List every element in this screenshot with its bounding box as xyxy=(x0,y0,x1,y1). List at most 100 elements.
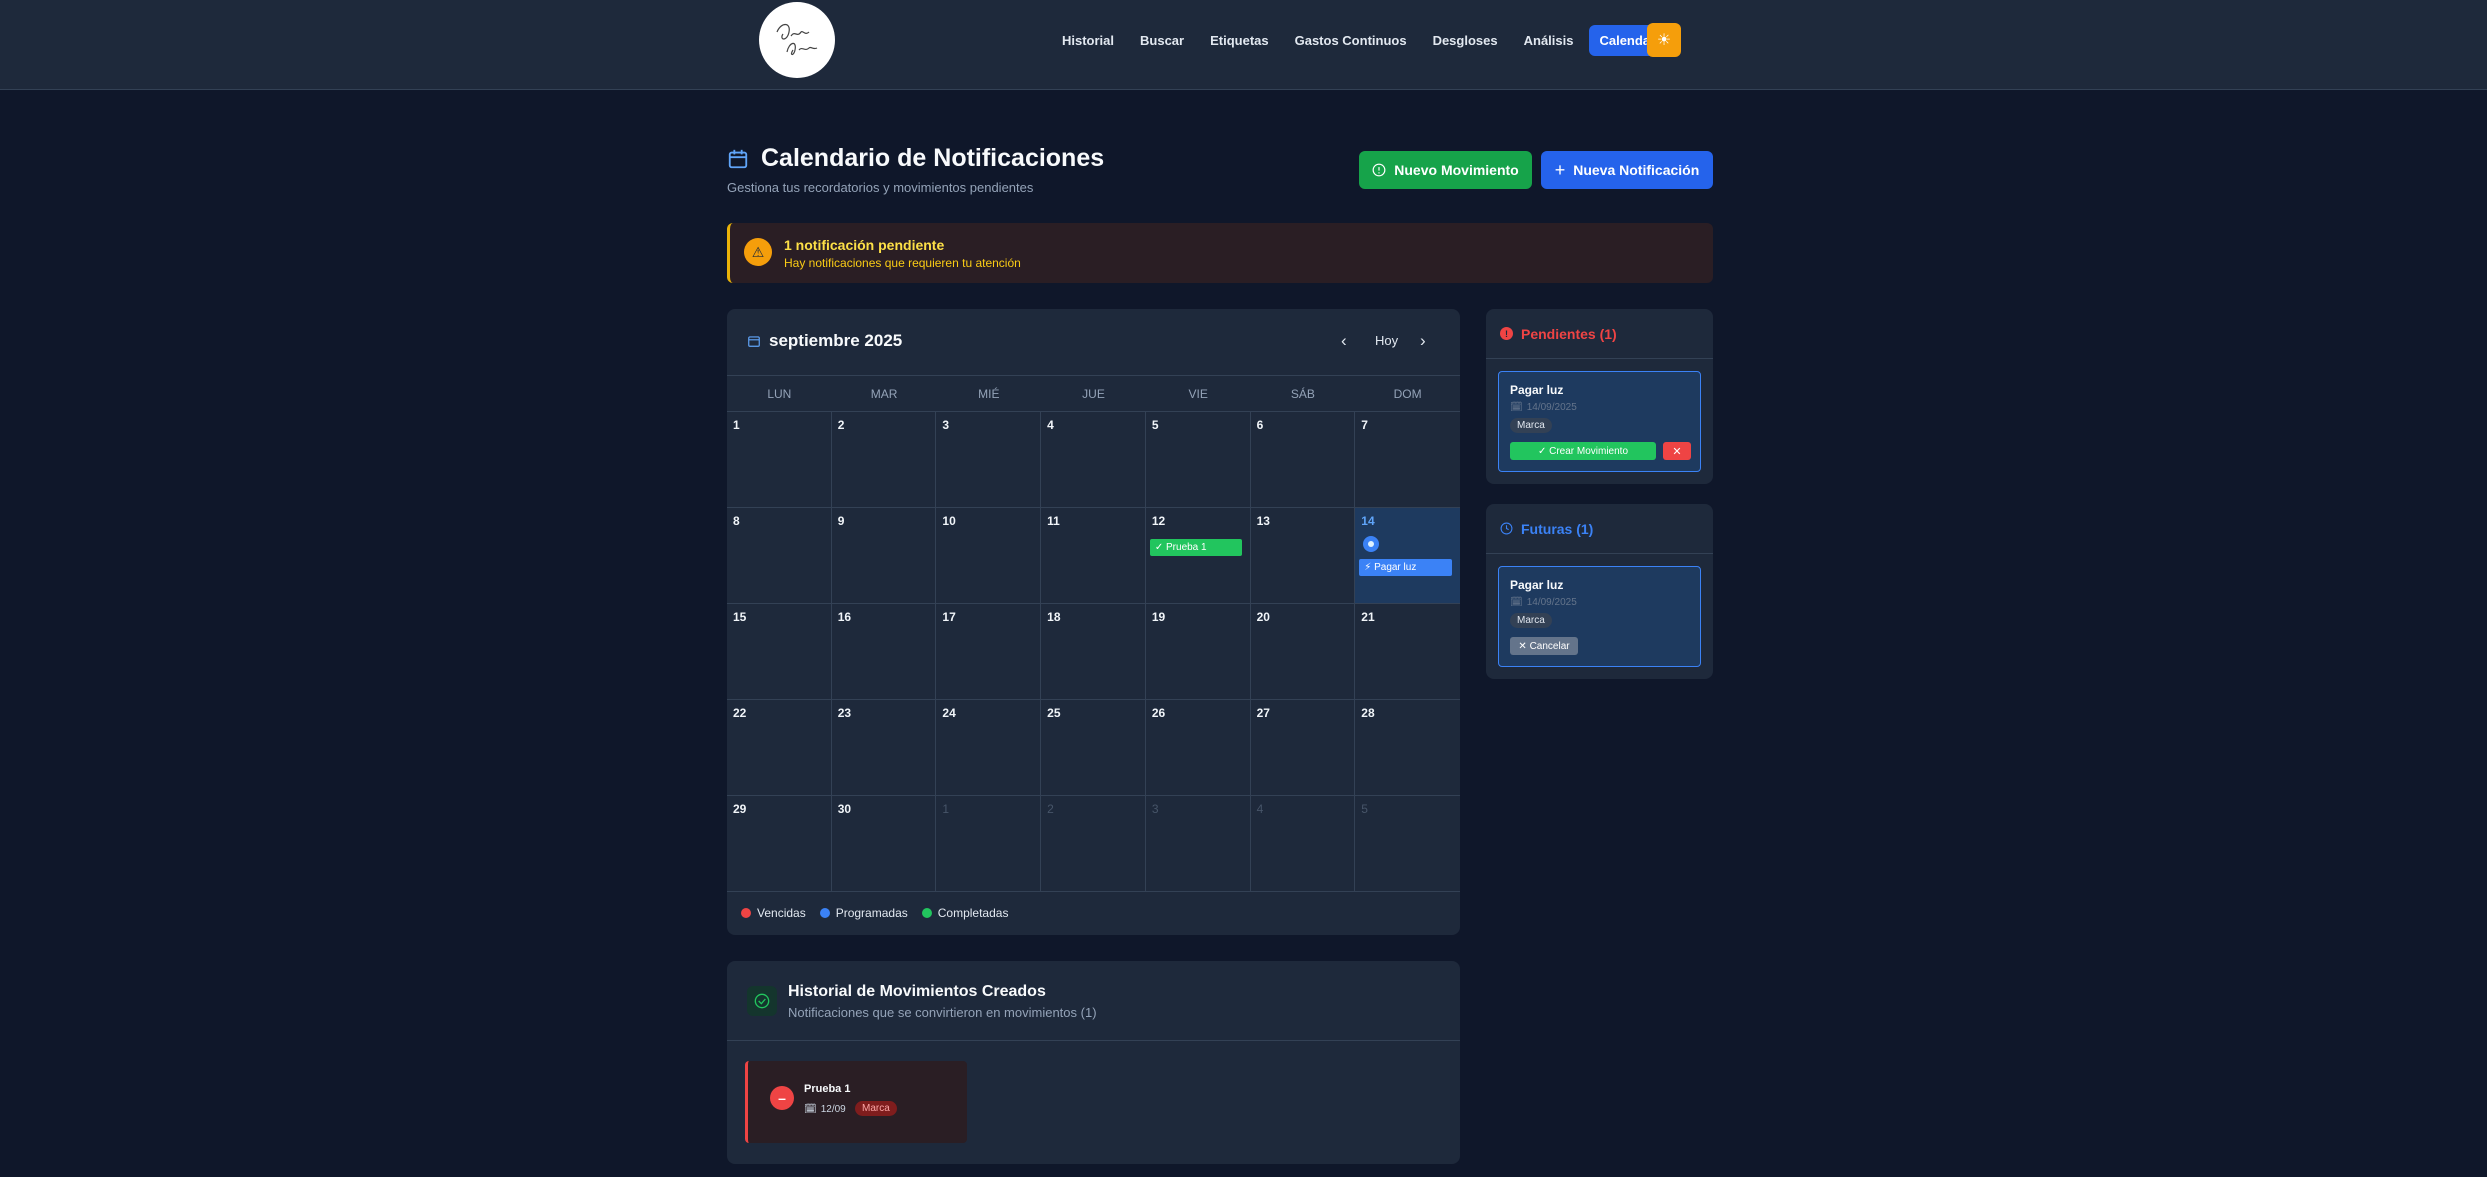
weekday-label: MIÉ xyxy=(978,387,1000,401)
day-number: 11 xyxy=(1047,514,1060,528)
day-number: 6 xyxy=(1256,418,1264,432)
calendar-day[interactable]: 3 xyxy=(1145,796,1251,892)
history-header: Historial de Movimientos Creados Notific… xyxy=(727,961,1460,1041)
calendar-event[interactable]: ⚡ Pagar luz xyxy=(1359,559,1452,576)
calendar-day[interactable]: 16 xyxy=(831,604,937,700)
today-button[interactable]: Hoy xyxy=(1375,333,1398,348)
calendar-day[interactable]: 20 xyxy=(1250,604,1356,700)
calendar-day[interactable]: 17 xyxy=(936,604,1042,700)
signature-logo-icon xyxy=(776,23,818,56)
legend-label: Completadas xyxy=(937,906,1009,920)
alert-circle-icon: ! xyxy=(1500,327,1513,340)
weekday-label: VIE xyxy=(1188,387,1208,401)
calendar-day[interactable]: 4 xyxy=(1250,796,1356,892)
calendar-grid: 1 2 3 4 5 6 7 8 9 10 11 12 ✓ Prueba 1 13 14 ⚡ Pagar luz… xyxy=(727,412,1460,892)
calendar-day[interactable]: 10 xyxy=(936,508,1042,604)
legend-label: Vencidas xyxy=(757,906,806,920)
calendar-day[interactable]: 11 xyxy=(1041,508,1146,604)
cancel-button[interactable]: ✕ Cancelar xyxy=(1510,637,1578,655)
notification-date-value: 14/09/2025 xyxy=(1526,402,1577,413)
nav-item-desgloses[interactable]: Desgloses xyxy=(1423,25,1508,56)
calendar-day[interactable]: 6 xyxy=(1250,412,1356,508)
calendar-day[interactable]: 2 xyxy=(831,412,937,508)
history-card[interactable]: – Prueba 1 🗓 12/09 Marca xyxy=(745,1061,967,1143)
new-notification-label: Nueva Notificación xyxy=(1573,162,1700,178)
day-number: 16 xyxy=(837,610,852,624)
calendar-day[interactable]: 4 xyxy=(1041,412,1146,508)
calendar-day[interactable]: 24 xyxy=(936,700,1042,796)
day-number: 4 xyxy=(1256,802,1264,816)
nav-item-análisis[interactable]: Análisis xyxy=(1514,25,1584,56)
month-label: septiembre 2025 xyxy=(769,331,903,350)
calendar-day[interactable]: 3 xyxy=(936,412,1042,508)
calendar-day[interactable]: 22 xyxy=(727,700,832,796)
future-panel: Futuras (1) Pagar luz 🗓 14/09/2025 Marca… xyxy=(1486,504,1713,679)
history-subtitle: Notificaciones que se convirtieron en mo… xyxy=(788,1005,1097,1020)
weekday-label: LUN xyxy=(767,387,792,401)
calendar-day[interactable]: 18 xyxy=(1041,604,1146,700)
legend-item: Programadas xyxy=(819,906,908,920)
day-number: 23 xyxy=(837,706,852,720)
day-number: 1 xyxy=(942,802,950,816)
calendar-day[interactable]: 13 xyxy=(1250,508,1356,604)
legend-item: Completadas xyxy=(921,906,1009,920)
legend-dot-icon xyxy=(741,908,751,918)
history-card-date-value: 12/09 xyxy=(820,1104,846,1115)
day-number: 20 xyxy=(1256,610,1270,624)
nav-item-historial[interactable]: Historial xyxy=(1052,25,1124,56)
future-notification-card[interactable]: Pagar luz 🗓 14/09/2025 Marca ✕ Cancelar xyxy=(1498,566,1701,667)
calendar-day[interactable]: 26 xyxy=(1145,700,1251,796)
day-number: 15 xyxy=(733,610,747,624)
create-movement-button[interactable]: ✓ Crear Movimiento xyxy=(1510,442,1656,460)
calendar-day[interactable]: 28 xyxy=(1355,700,1460,796)
calendar-event[interactable]: ✓ Prueba 1 xyxy=(1149,539,1242,556)
calendar-day[interactable]: 9 xyxy=(831,508,937,604)
notification-title: Pagar luz xyxy=(1510,578,1564,592)
weekday-header: LUN MAR MIÉ JUE VIE SÁB DOM xyxy=(727,376,1460,412)
day-number: 27 xyxy=(1256,706,1270,720)
day-number: 13 xyxy=(1256,514,1270,528)
legend-label: Programadas xyxy=(835,906,908,920)
calendar-day[interactable]: 2 xyxy=(1041,796,1146,892)
calendar-day[interactable]: 30 xyxy=(831,796,937,892)
pending-alert: ⚠ 1 notificación pendiente Hay notificac… xyxy=(727,223,1713,283)
calendar-day[interactable]: 21 xyxy=(1355,604,1460,700)
calendar-day[interactable]: 25 xyxy=(1041,700,1146,796)
nav-item-buscar[interactable]: Buscar xyxy=(1130,25,1194,56)
clock-icon xyxy=(1500,522,1513,535)
day-number: 21 xyxy=(1361,610,1375,624)
day-number: 1 xyxy=(733,418,740,432)
logo[interactable] xyxy=(759,2,835,78)
day-number: 2 xyxy=(837,418,845,432)
nav-item-etiquetas[interactable]: Etiquetas xyxy=(1200,25,1279,56)
day-number: 28 xyxy=(1361,706,1375,720)
calendar-day[interactable]: 23 xyxy=(831,700,937,796)
calendar-day[interactable]: 8 xyxy=(727,508,832,604)
calendar-day[interactable]: 29 xyxy=(727,796,832,892)
calendar-day-today[interactable]: 14 ⚡ Pagar luz xyxy=(1355,508,1460,604)
page-header: Calendario de Notificaciones xyxy=(727,144,1104,173)
nav-item-gastos-continuos[interactable]: Gastos Continuos xyxy=(1285,25,1417,56)
chevron-left-icon[interactable]: ‹ xyxy=(1341,331,1347,351)
calendar-day[interactable]: 27 xyxy=(1250,700,1356,796)
calendar-day[interactable]: 5 xyxy=(1355,796,1460,892)
delete-button[interactable]: ✕ xyxy=(1663,442,1691,460)
calendar-day[interactable]: 7 xyxy=(1355,412,1460,508)
calendar-day[interactable]: 12 ✓ Prueba 1 xyxy=(1145,508,1251,604)
new-notification-button[interactable]: + Nueva Notificación xyxy=(1541,151,1713,189)
calendar-day[interactable]: 19 xyxy=(1145,604,1251,700)
calendar-day[interactable]: 5 xyxy=(1145,412,1251,508)
calendar-day[interactable]: 1 xyxy=(727,412,832,508)
page-subtitle: Gestiona tus recordatorios y movimientos… xyxy=(727,180,1034,195)
calendar-icon xyxy=(728,149,748,168)
calendar-day[interactable]: 1 xyxy=(936,796,1042,892)
day-number: 9 xyxy=(837,514,845,528)
new-movement-button[interactable]: Nuevo Movimiento xyxy=(1359,151,1532,189)
weekday-label: SÁB xyxy=(1290,387,1315,401)
tag-badge: Marca xyxy=(1510,613,1552,628)
pending-notification-card[interactable]: Pagar luz 🗓 14/09/2025 Marca ✓ Crear Mov… xyxy=(1498,371,1701,472)
theme-toggle-button[interactable]: ☀ xyxy=(1647,23,1681,57)
page-title: Calendario de Notificaciones xyxy=(761,144,1105,172)
chevron-right-icon[interactable]: › xyxy=(1420,331,1426,351)
calendar-day[interactable]: 15 xyxy=(727,604,832,700)
